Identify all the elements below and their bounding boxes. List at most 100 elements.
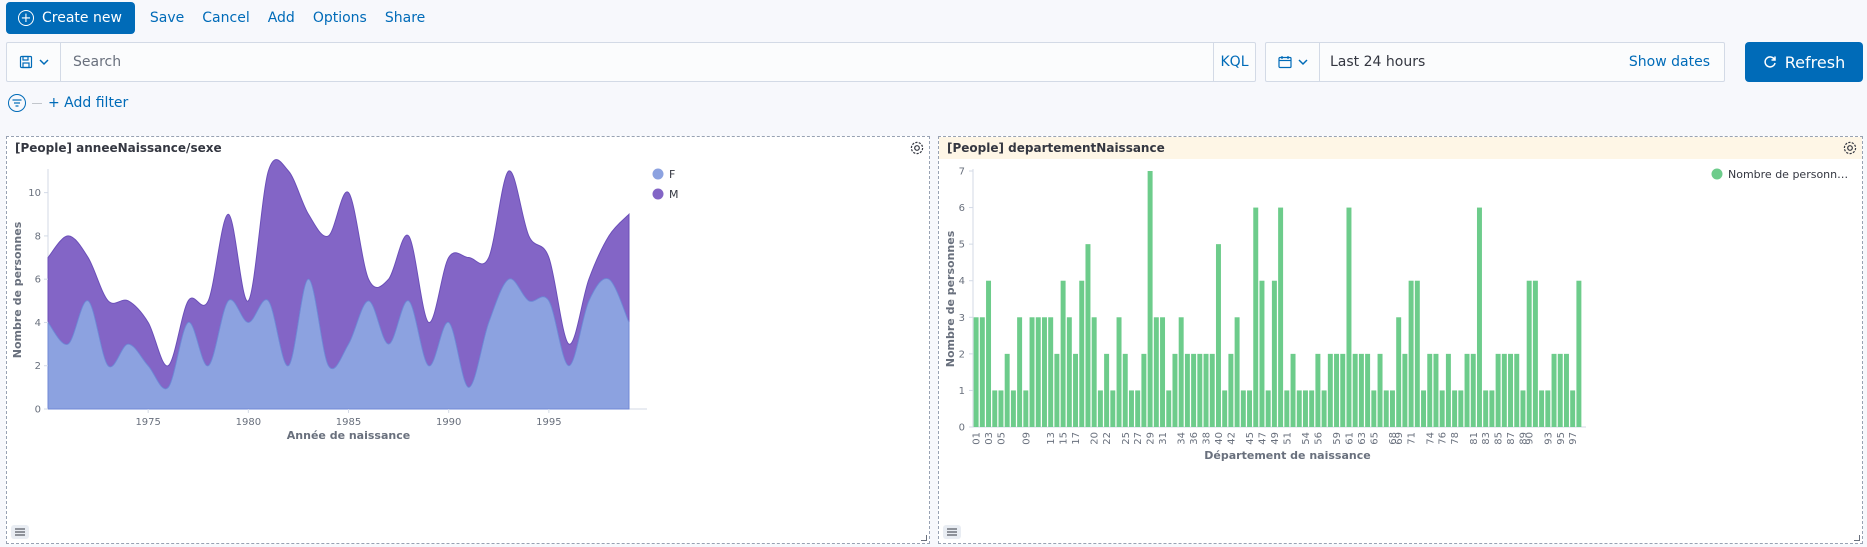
- x-tick-label: 36: [1189, 432, 1200, 445]
- panel-title: [People] anneeNaissance/sexe: [15, 141, 222, 155]
- x-tick-label: 03: [984, 432, 995, 445]
- bar: [1066, 317, 1072, 427]
- time-range-label[interactable]: Last 24 hours: [1320, 54, 1629, 70]
- bar: [1358, 353, 1364, 427]
- refresh-button[interactable]: Refresh: [1745, 42, 1863, 82]
- y-tick-label: 2: [35, 361, 41, 372]
- bar: [1296, 390, 1302, 427]
- bar: [1085, 244, 1091, 427]
- x-tick-label: 61: [1344, 432, 1355, 445]
- x-tick-label: 85: [1494, 432, 1505, 445]
- x-tick-label: 34: [1177, 432, 1188, 445]
- bar: [1284, 390, 1290, 427]
- bar: [1495, 353, 1501, 427]
- bar: [1147, 171, 1153, 427]
- x-tick-label: 1980: [236, 417, 261, 428]
- bar: [1141, 353, 1147, 427]
- x-tick-label: 83: [1481, 432, 1492, 445]
- bar: [1452, 390, 1458, 427]
- calendar-icon: [1277, 56, 1292, 69]
- share-link[interactable]: Share: [385, 10, 425, 26]
- bar: [1396, 317, 1402, 427]
- bar: [1259, 280, 1265, 427]
- y-tick-label: 0: [35, 405, 41, 416]
- search-input[interactable]: Search: [61, 43, 1213, 81]
- bar: [1010, 390, 1016, 427]
- panel-departement-naissance: [People] departementNaissance 0 1 2 3 4 5 6 7 01…: [938, 136, 1863, 544]
- bar: [1539, 390, 1545, 427]
- bar: [1402, 353, 1408, 427]
- bar: [1184, 353, 1190, 427]
- x-tick-label: 49: [1270, 432, 1281, 445]
- create-new-button[interactable]: + Create new: [6, 2, 135, 34]
- refresh-label: Refresh: [1784, 52, 1846, 72]
- panel-annee-naissance: [People] anneeNaissance/sexe 0 2 4 6 8 10 1975…: [6, 136, 930, 544]
- x-tick-label: 40: [1214, 432, 1225, 445]
- bar: [1464, 353, 1470, 427]
- resize-handle[interactable]: [1854, 535, 1860, 541]
- bar: [1135, 390, 1141, 427]
- legend-toggle-icon[interactable]: [11, 525, 29, 539]
- save-link[interactable]: Save: [150, 10, 184, 26]
- gear-icon[interactable]: [909, 140, 925, 156]
- y-tick-label: 5: [959, 240, 965, 251]
- bar: [998, 390, 1004, 427]
- y-tick-label: 4: [959, 276, 965, 287]
- bar: [1240, 390, 1246, 427]
- x-tick-label: 25: [1121, 432, 1132, 445]
- y-tick-label: 0: [959, 423, 965, 434]
- y-axis-title: Nombre de personnes: [944, 230, 957, 367]
- plus-circle-icon: +: [18, 10, 34, 26]
- bar: [1060, 280, 1066, 427]
- bar: [979, 317, 985, 427]
- x-tick-label: 31: [1158, 432, 1169, 445]
- x-tick-label: 87: [1506, 432, 1517, 445]
- bar: [1476, 207, 1482, 427]
- x-tick-label: 20: [1090, 432, 1101, 445]
- x-axis-title: Année de naissance: [287, 429, 410, 442]
- x-tick-label: 38: [1202, 432, 1213, 445]
- y-tick-label: 8: [35, 231, 41, 242]
- bar: [1383, 390, 1389, 427]
- legend-toggle-icon[interactable]: [943, 525, 961, 539]
- x-tick-label: 01: [972, 432, 983, 445]
- bar: [1278, 207, 1284, 427]
- bar: [1352, 353, 1358, 427]
- quick-select-button[interactable]: [1266, 43, 1320, 81]
- bar: [973, 317, 979, 427]
- bar: [1191, 353, 1197, 427]
- kql-toggle-button[interactable]: KQL: [1213, 43, 1255, 81]
- cancel-link[interactable]: Cancel: [202, 10, 249, 26]
- y-tick-label: 4: [35, 318, 41, 329]
- bar: [1178, 317, 1184, 427]
- x-tick-label: 1985: [336, 417, 361, 428]
- x-tick-label: 1975: [135, 417, 160, 428]
- filter-options-icon[interactable]: [8, 94, 26, 112]
- add-filter-link[interactable]: + Add filter: [48, 95, 128, 111]
- bar: [1209, 353, 1215, 427]
- options-link[interactable]: Options: [313, 10, 367, 26]
- bar: [1327, 353, 1333, 427]
- bar: [1309, 390, 1315, 427]
- bar: [1365, 353, 1371, 427]
- show-dates-link[interactable]: Show dates: [1629, 54, 1724, 70]
- bar: [1470, 353, 1476, 427]
- chevron-down-icon: [1297, 59, 1308, 66]
- resize-handle[interactable]: [921, 535, 927, 541]
- bar: [1197, 353, 1203, 427]
- x-tick-label: 95: [1556, 432, 1567, 445]
- bar: [992, 390, 998, 427]
- saved-query-button[interactable]: [7, 43, 61, 81]
- bar: [1501, 353, 1507, 427]
- area-chart: 0 2 4 6 8 10 1975 1980 1985 1990 1995 Année de nais…: [11, 159, 679, 442]
- x-tick-label: 22: [1102, 432, 1113, 445]
- bar: [1377, 353, 1383, 427]
- bar: [1153, 317, 1159, 427]
- bar: [1458, 390, 1464, 427]
- bar: [1520, 390, 1526, 427]
- bar: [1334, 353, 1340, 427]
- gear-icon[interactable]: [1842, 140, 1858, 156]
- bar: [1421, 390, 1427, 427]
- add-link[interactable]: Add: [268, 10, 295, 26]
- bar: [1253, 207, 1259, 427]
